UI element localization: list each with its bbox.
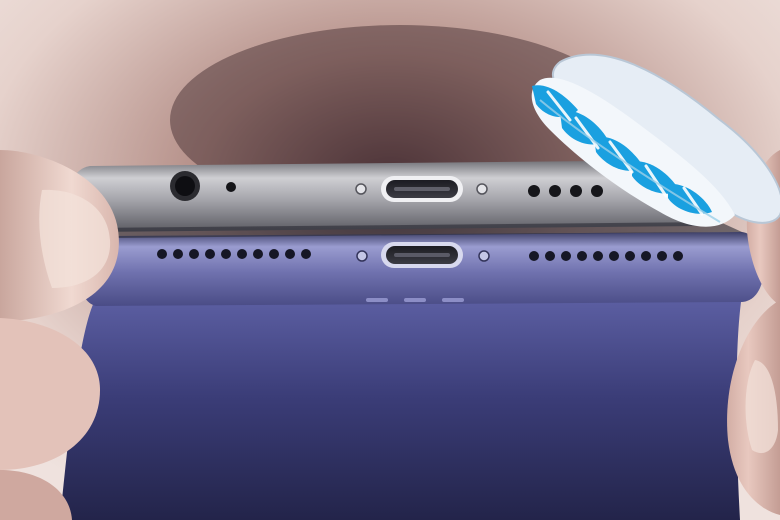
- microphone-hole: [226, 182, 236, 192]
- blue-phone-back: [60, 295, 742, 520]
- photo-scene: [0, 0, 780, 520]
- lightning-port-icon: [381, 242, 463, 268]
- photo-illustration: [0, 0, 780, 520]
- blue-phone-antenna-marks: [366, 298, 464, 302]
- lightning-port-icon: [381, 176, 463, 202]
- headphone-jack-icon: [170, 171, 200, 201]
